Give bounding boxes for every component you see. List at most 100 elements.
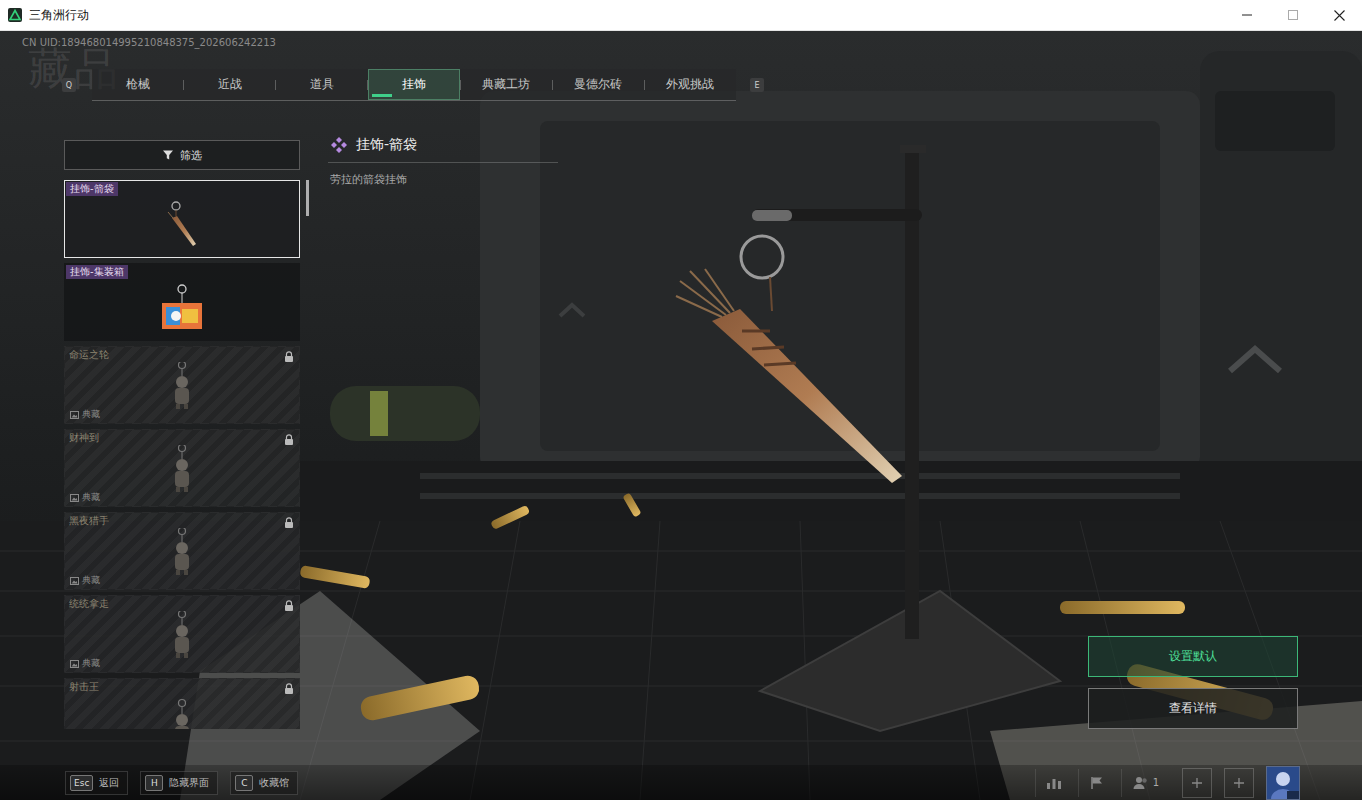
people-icon <box>1133 776 1149 790</box>
maximize-icon <box>1288 10 1298 20</box>
item-tag-label: 典藏 <box>82 492 100 503</box>
item-card[interactable]: 射击王 <box>64 678 300 729</box>
detail-panel: 挂饰-箭袋 劳拉的箭袋挂饰 <box>328 136 558 729</box>
figure-charm-icon <box>167 611 197 658</box>
player-avatar[interactable] <box>1266 766 1300 800</box>
item-tag: 典藏 <box>66 575 298 588</box>
bar-chart-icon <box>1046 776 1062 790</box>
prev-tab-key[interactable]: Q <box>62 78 76 92</box>
filter-button[interactable]: 筛选 <box>64 140 300 170</box>
picture-icon <box>70 577 79 585</box>
stats-button[interactable] <box>1035 769 1072 797</box>
item-name: 财神到 <box>66 431 102 445</box>
lock-icon <box>284 600 294 611</box>
tab-label: 曼德尔砖 <box>574 76 622 93</box>
game-window: 三角洲行动 藏品 CN UID:189468014995210848375_20… <box>0 0 1362 800</box>
uid-label: CN UID:189468014995210848375_20260624221… <box>0 31 1362 49</box>
tab[interactable]: 挂饰 <box>368 69 459 100</box>
item-panel: 筛选 挂饰-箭袋 挂饰-集装箱 命运之轮 典藏财神到 典藏黑夜猎手 典藏统统拿走… <box>64 140 300 729</box>
item-header: 统统拿走 <box>66 597 298 611</box>
title-bar: 三角洲行动 <box>0 0 1362 31</box>
item-name: 统统拿走 <box>66 597 112 611</box>
item-header: 财神到 <box>66 431 298 445</box>
tab-label: 挂饰 <box>402 76 426 93</box>
flag-button[interactable] <box>1078 769 1115 797</box>
tab-row: Q 枪械 近战 道具 挂饰 典藏工坊 曼德尔砖 外观挑战 E <box>0 49 1362 101</box>
item-name: 射击王 <box>66 680 102 694</box>
item-card[interactable]: 命运之轮 典藏 <box>64 346 300 424</box>
hint-label: 收藏馆 <box>259 776 289 790</box>
item-thumbnail <box>66 362 298 409</box>
lock-icon <box>284 517 294 528</box>
picture-icon <box>70 411 79 419</box>
figure-charm-icon <box>167 698 197 729</box>
item-card[interactable]: 挂饰-箭袋 <box>64 180 300 258</box>
minimize-icon <box>1242 10 1252 20</box>
item-card[interactable]: 黑夜猎手 典藏 <box>64 512 300 590</box>
item-card[interactable]: 财神到 典藏 <box>64 429 300 507</box>
quiver-charm-icon <box>162 200 202 252</box>
maximize-button[interactable] <box>1270 0 1316 30</box>
action-label: 设置默认 <box>1169 648 1217 665</box>
hint-key: Esc <box>70 775 93 791</box>
item-name: 黑夜猎手 <box>66 514 112 528</box>
plus-icon <box>1233 777 1245 789</box>
lock-icon <box>284 351 294 362</box>
window-title: 三角洲行动 <box>29 7 89 24</box>
action-button[interactable]: 查看详情 <box>1088 688 1298 729</box>
tab[interactable]: 道具 <box>276 69 367 100</box>
tab[interactable]: 枪械 <box>92 69 183 100</box>
tab-divider <box>460 80 461 90</box>
party-count: 1 <box>1153 777 1159 788</box>
action-panel: 设置默认查看详情 <box>558 140 1298 729</box>
minimize-button[interactable] <box>1224 0 1270 30</box>
tab[interactable]: 外观挑战 <box>645 69 736 100</box>
close-button[interactable] <box>1316 0 1362 30</box>
invite-button[interactable] <box>1224 768 1254 798</box>
item-tag-label: 典藏 <box>82 658 100 669</box>
item-header: 黑夜猎手 <box>66 514 298 528</box>
picture-icon <box>70 494 79 502</box>
item-list: 挂饰-箭袋 挂饰-集装箱 命运之轮 典藏财神到 典藏黑夜猎手 典藏统统拿走 典藏… <box>64 180 300 729</box>
item-header: 命运之轮 <box>66 348 298 362</box>
detail-title: 挂饰-箭袋 <box>356 136 417 154</box>
item-name: 命运之轮 <box>66 348 112 362</box>
tab[interactable]: 近战 <box>184 69 275 100</box>
figure-charm-icon <box>167 362 197 409</box>
avatar-icon <box>1267 767 1299 799</box>
item-name: 挂饰-集装箱 <box>66 265 128 279</box>
hint-label: 返回 <box>99 776 119 790</box>
logo-icon <box>8 8 22 22</box>
item-thumbnail <box>66 694 298 729</box>
tab-label: 枪械 <box>126 76 150 93</box>
party-button[interactable]: 1 <box>1121 769 1170 797</box>
detail-description: 劳拉的箭袋挂饰 <box>328 163 558 187</box>
bottom-bar: Esc 返回 H 隐藏界面 C 收藏馆 1 <box>0 765 1362 800</box>
tab-label: 近战 <box>218 76 242 93</box>
filter-icon <box>162 149 174 161</box>
invite-button[interactable] <box>1182 768 1212 798</box>
figure-charm-icon <box>167 528 197 575</box>
hint-key: C <box>235 775 253 791</box>
item-name: 挂饰-箭袋 <box>66 182 118 196</box>
list-scrollbar[interactable] <box>306 180 309 729</box>
rarity-icon <box>330 136 348 154</box>
key-hint[interactable]: C 收藏馆 <box>230 771 298 795</box>
detail-header: 挂饰-箭袋 <box>328 136 558 163</box>
tab-divider <box>275 80 276 90</box>
tab[interactable]: 曼德尔砖 <box>553 69 644 100</box>
key-hint[interactable]: H 隐藏界面 <box>140 771 218 795</box>
next-tab-key[interactable]: E <box>750 78 764 92</box>
key-hint[interactable]: Esc 返回 <box>65 771 128 795</box>
item-tag-label: 典藏 <box>82 575 100 586</box>
item-tag: 典藏 <box>66 492 298 505</box>
tab-label: 典藏工坊 <box>482 76 530 93</box>
item-card[interactable]: 统统拿走 典藏 <box>64 595 300 673</box>
scrollbar-thumb[interactable] <box>306 180 309 216</box>
tab[interactable]: 典藏工坊 <box>461 69 552 100</box>
action-button[interactable]: 设置默认 <box>1088 636 1298 677</box>
tab-bar: 枪械 近战 道具 挂饰 典藏工坊 曼德尔砖 外观挑战 <box>92 69 736 101</box>
hint-label: 隐藏界面 <box>169 776 209 790</box>
hud: CN UID:189468014995210848375_20260624221… <box>0 31 1362 800</box>
item-card[interactable]: 挂饰-集装箱 <box>64 263 300 341</box>
